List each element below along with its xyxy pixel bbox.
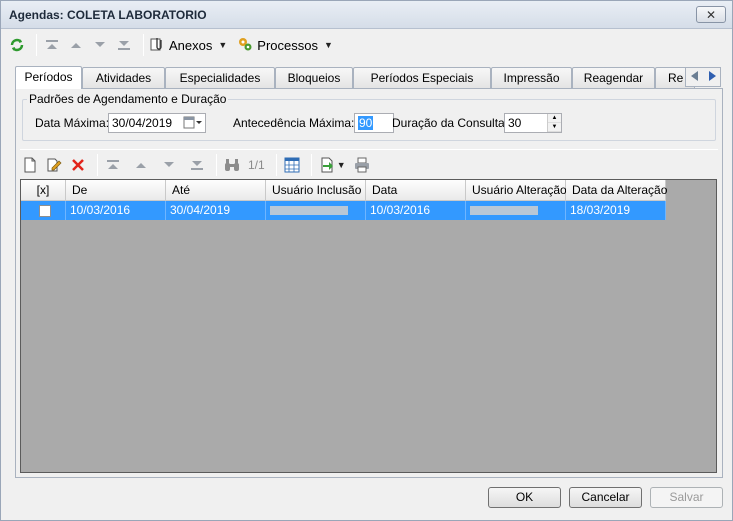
toolbar-separator	[310, 154, 312, 176]
tab-strip: Períodos Atividades Especialidades Bloqu…	[15, 66, 720, 89]
row-checkbox-cell[interactable]	[21, 201, 66, 220]
page-indicator: 1/1	[248, 158, 265, 172]
cell-data: 10/03/2016	[366, 201, 466, 220]
grid-layout-icon[interactable]	[282, 155, 302, 175]
duracao-stepper[interactable]: 30 ▲ ▼	[504, 113, 562, 133]
column-header-data-alteracao[interactable]: Data da Alteração	[566, 180, 667, 201]
gears-icon	[237, 36, 253, 55]
column-header-check[interactable]: [x]	[21, 180, 66, 201]
previous-record-icon[interactable]	[66, 35, 86, 55]
title-bar[interactable]: Agendas: COLETA LABORATORIO ✕	[1, 1, 732, 29]
arrow-left-icon[interactable]	[690, 70, 699, 84]
toolbar-separator	[36, 34, 37, 56]
grid-header: [x] De Até Usuário Inclusão Data Usuário…	[21, 180, 667, 201]
data-maxima-label: Data Máxima:	[35, 116, 110, 130]
processos-label: Processos	[257, 37, 318, 53]
anexos-menu[interactable]: Anexos ▼	[149, 36, 227, 55]
toolbar-separator	[275, 154, 277, 176]
antecedencia-value: 90	[358, 116, 374, 130]
data-maxima-field[interactable]: 30/04/2019	[108, 113, 206, 133]
processos-menu[interactable]: Processos ▼	[237, 36, 333, 55]
chevron-down-icon: ▼	[324, 40, 333, 50]
next-record-icon[interactable]	[159, 155, 179, 175]
periodos-grid: [x] De Até Usuário Inclusão Data Usuário…	[20, 179, 717, 473]
padroes-group: Padrões de Agendamento e Duração Data Má…	[22, 92, 716, 141]
paperclip-icon	[149, 36, 165, 55]
dialog-window: Agendas: COLETA LABORATORIO ✕ Anexos ▼ P…	[0, 0, 733, 521]
cell-ate: 30/04/2019	[166, 201, 266, 220]
export-icon[interactable]	[317, 155, 337, 175]
duracao-label: Duração da Consulta:	[392, 116, 509, 130]
table-row[interactable]: 10/03/2016 30/04/2019 10/03/2016 18/03/2…	[21, 201, 666, 220]
first-record-icon[interactable]	[42, 35, 62, 55]
data-maxima-value: 30/04/2019	[112, 116, 173, 130]
save-button[interactable]: Salvar	[650, 487, 723, 508]
window-title: Agendas: COLETA LABORATORIO	[9, 8, 207, 22]
close-button[interactable]: ✕	[696, 6, 726, 23]
new-document-icon[interactable]	[20, 155, 40, 175]
chevron-down-icon[interactable]: ▼	[337, 160, 346, 170]
main-toolbar: Anexos ▼ Processos ▼	[1, 31, 732, 59]
arrow-right-icon[interactable]	[708, 70, 716, 84]
cell-data-alteracao: 18/03/2019	[566, 201, 666, 220]
redacted-block	[270, 206, 348, 215]
refresh-icon[interactable]	[7, 35, 27, 55]
column-header-de[interactable]: De	[66, 180, 166, 201]
grid-toolbar: 1/1 ▼	[20, 152, 376, 178]
divider	[20, 149, 718, 150]
tab-scroll-control	[685, 67, 721, 87]
tab-impressao[interactable]: Impressão	[491, 67, 572, 89]
redacted-block	[470, 206, 538, 215]
cell-usuario-inclusao	[266, 201, 366, 220]
delete-icon[interactable]	[68, 155, 88, 175]
column-header-usuario-alteracao[interactable]: Usuário Alteração	[466, 180, 567, 201]
toolbar-separator	[143, 34, 144, 56]
column-header-ate[interactable]: Até	[166, 180, 266, 201]
previous-record-icon[interactable]	[131, 155, 151, 175]
group-title: Padrões de Agendamento e Duração	[27, 92, 229, 106]
tab-periodos[interactable]: Períodos	[15, 66, 82, 89]
printer-icon[interactable]	[352, 155, 372, 175]
anexos-label: Anexos	[169, 37, 213, 53]
duracao-value: 30	[508, 116, 522, 130]
cancel-button[interactable]: Cancelar	[569, 487, 642, 508]
toolbar-separator	[216, 154, 217, 176]
antecedencia-field[interactable]: 90	[354, 113, 394, 133]
antecedencia-label: Antecedência Máxima:	[233, 116, 355, 130]
edit-document-icon[interactable]	[44, 155, 64, 175]
binoculars-icon[interactable]	[222, 155, 242, 175]
last-record-icon[interactable]	[114, 35, 134, 55]
row-checkbox[interactable]	[39, 205, 51, 217]
first-record-icon[interactable]	[103, 155, 123, 175]
column-header-usuario-inclusao[interactable]: Usuário Inclusão	[266, 180, 366, 201]
spin-down-icon[interactable]: ▼	[548, 123, 561, 132]
last-record-icon[interactable]	[187, 155, 207, 175]
tab-bloqueios[interactable]: Bloqueios	[275, 67, 353, 89]
calendar-icon[interactable]	[183, 116, 203, 132]
tab-periodos-especiais[interactable]: Períodos Especiais	[353, 67, 491, 89]
tab-atividades[interactable]: Atividades	[82, 67, 165, 89]
chevron-down-icon: ▼	[218, 40, 228, 50]
tab-especialidades[interactable]: Especialidades	[165, 67, 275, 89]
periodos-panel: Padrões de Agendamento e Duração Data Má…	[15, 88, 723, 478]
column-header-data[interactable]: Data	[366, 180, 466, 201]
ok-button[interactable]: OK	[488, 487, 561, 508]
spin-up-icon[interactable]: ▲	[548, 114, 561, 123]
cell-usuario-alteracao	[466, 201, 566, 220]
cell-de: 10/03/2016	[66, 201, 166, 220]
tab-reagendar[interactable]: Reagendar	[572, 67, 655, 89]
next-record-icon[interactable]	[90, 35, 110, 55]
duracao-spin[interactable]: ▲ ▼	[547, 114, 561, 132]
toolbar-separator	[97, 154, 98, 176]
